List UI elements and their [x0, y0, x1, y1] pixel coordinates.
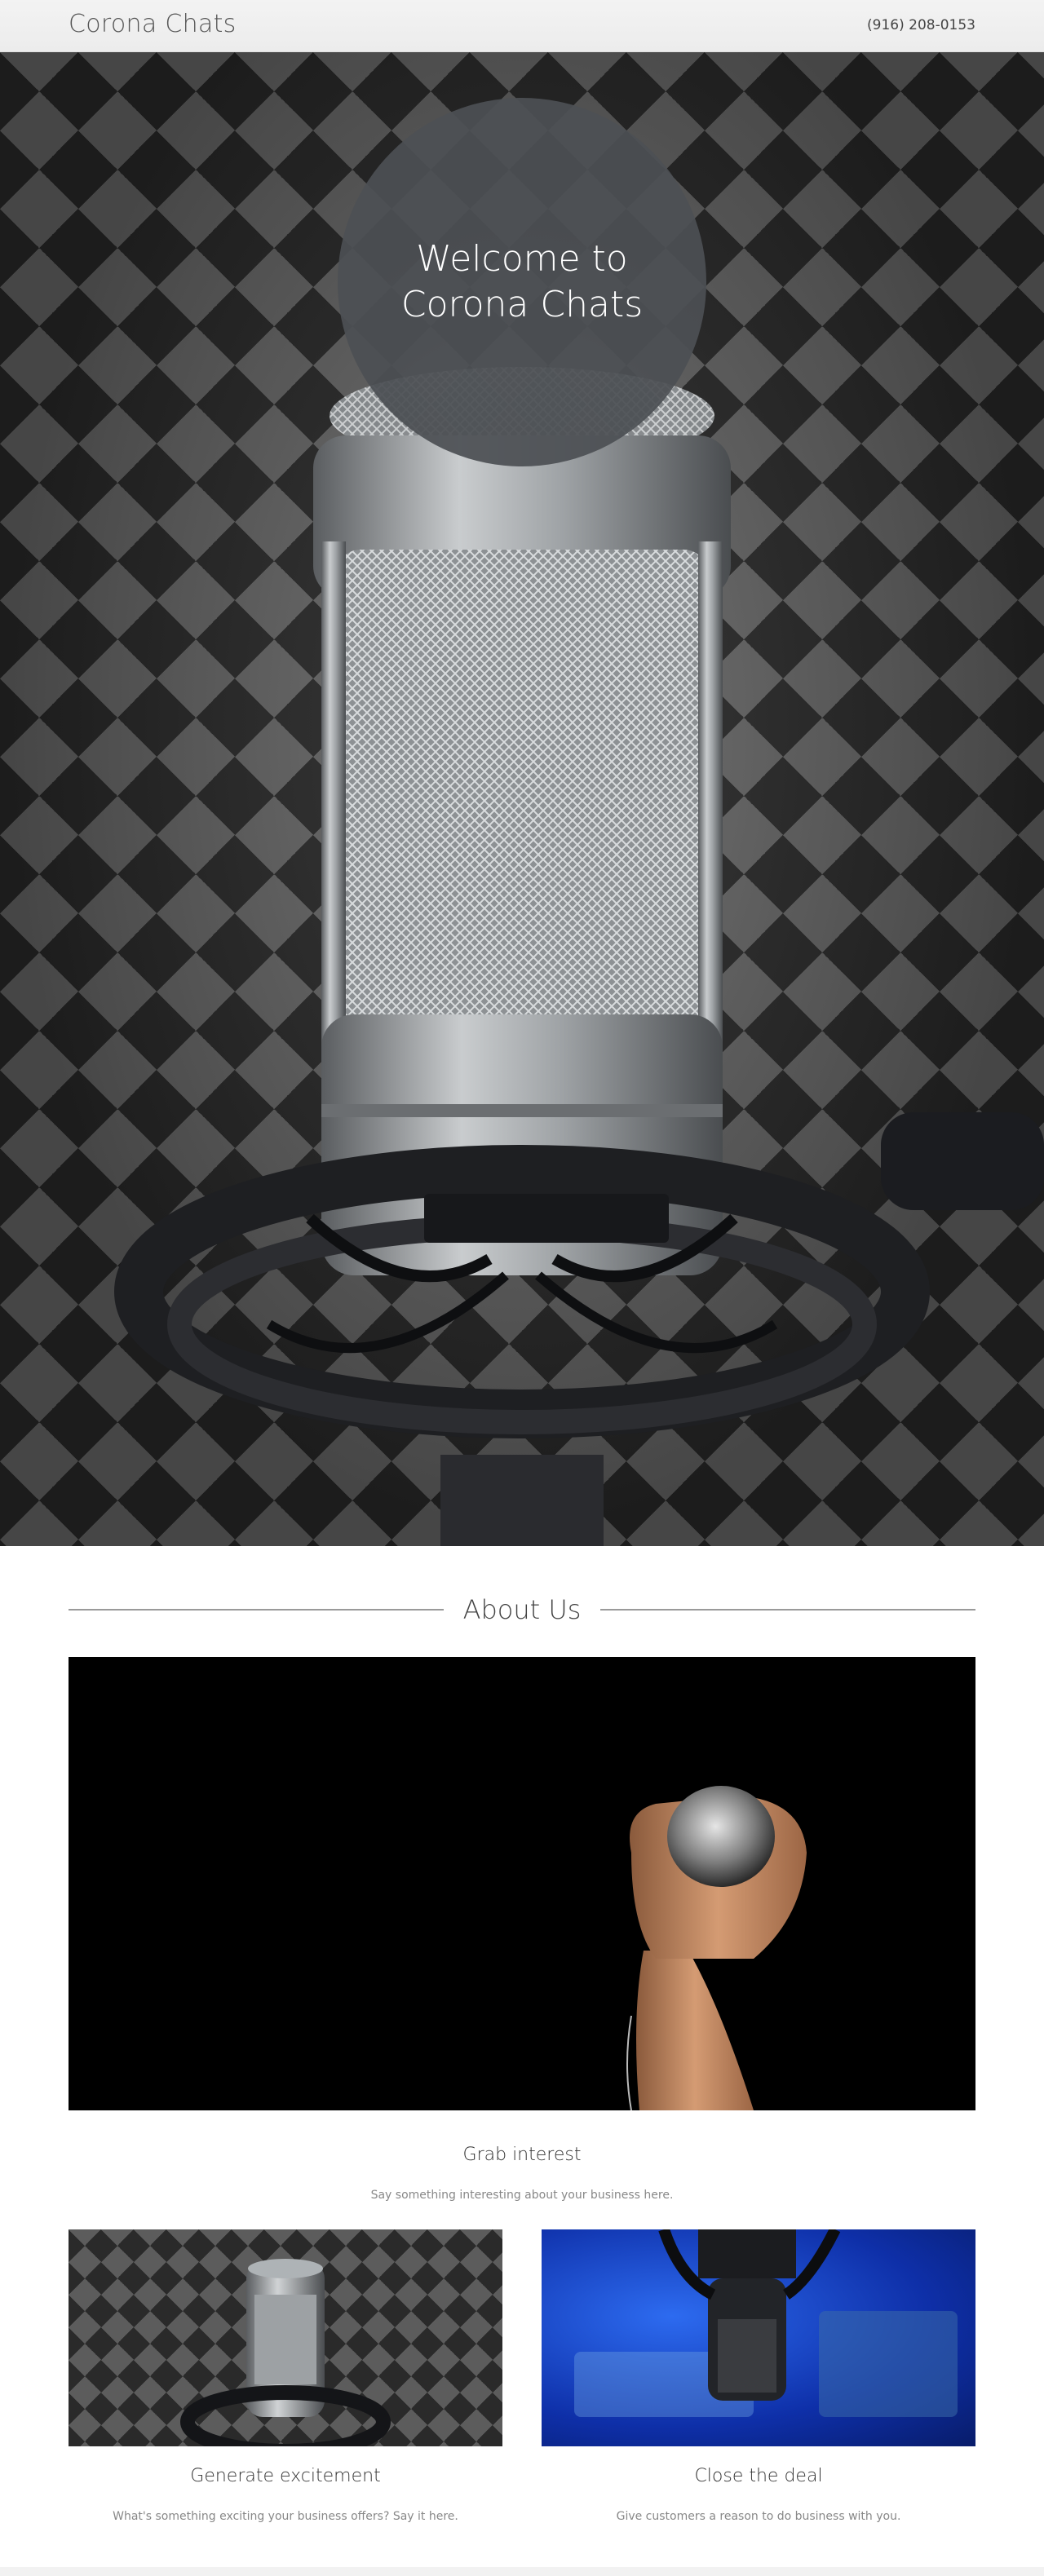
hero-welcome-circle: Welcome to Corona Chats: [338, 98, 706, 466]
page-bottom-strip: [0, 2567, 1044, 2576]
main-feature-text-wrap: Say something interesting about your bus…: [69, 2189, 975, 2202]
card-2-title: Close the deal: [694, 2466, 823, 2486]
studio-microphone-image: [69, 2229, 502, 2446]
about-section: About Us Grab interest Say something int…: [0, 1546, 1044, 2576]
phone-link[interactable]: (916) 208-0153: [867, 17, 975, 33]
card-1-text: What's something exciting your business …: [113, 2510, 458, 2523]
about-heading: About Us: [462, 1594, 582, 1625]
main-feature-caption: Grab interest: [69, 2145, 975, 2165]
heading-divider-right: [600, 1609, 975, 1611]
hero-banner: Welcome to Corona Chats: [0, 52, 1044, 1546]
main-feature-title: Grab interest: [462, 2145, 582, 2165]
card-2-text-wrap: Give customers a reason to do business w…: [542, 2510, 975, 2523]
blue-mic-illustration: [574, 2229, 958, 2417]
card-1-caption: Generate excitement: [69, 2466, 502, 2486]
about-heading-row: About Us: [69, 1590, 975, 1629]
card-1-title: Generate excitement: [190, 2466, 381, 2486]
hand-microphone-illustration: [626, 1786, 807, 2110]
card-2-caption: Close the deal: [542, 2466, 975, 2486]
studio-mic-illustration: [180, 2259, 391, 2446]
card-2-text: Give customers a reason to do business w…: [616, 2510, 901, 2523]
blue-studio-microphone-image: [542, 2229, 975, 2446]
main-feature-text: Say something interesting about your bus…: [370, 2189, 674, 2202]
hand-microphone-image: [69, 1657, 975, 2110]
hero-title: Welcome to Corona Chats: [400, 238, 644, 325]
brand-title[interactable]: Corona Chats: [69, 10, 237, 38]
heading-divider-left: [69, 1609, 444, 1611]
card-1-text-wrap: What's something exciting your business …: [69, 2510, 502, 2523]
site-header: Corona Chats (916) 208-0153: [0, 0, 1044, 52]
